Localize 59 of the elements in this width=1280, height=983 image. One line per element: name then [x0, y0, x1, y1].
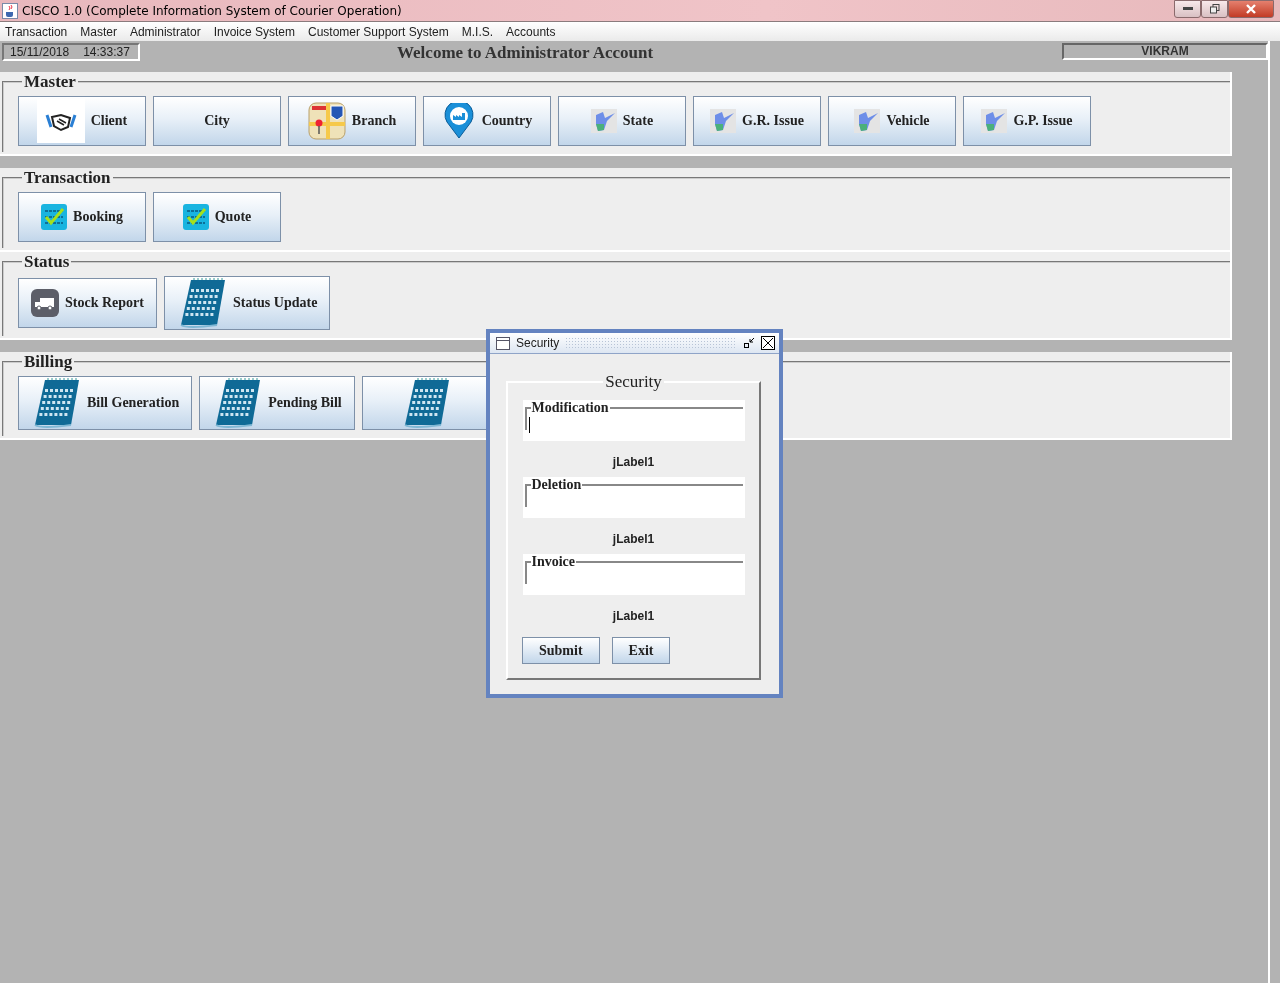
section-title: Transaction	[23, 168, 112, 188]
close-icon	[1246, 4, 1256, 14]
close-icon[interactable]	[761, 336, 775, 350]
group-title: Security	[604, 372, 663, 392]
minimize-icon	[1182, 7, 1193, 11]
location-pin-icon	[441, 103, 476, 139]
checklist-icon	[182, 204, 209, 230]
input-field[interactable]: Modification	[522, 400, 745, 441]
restore-icon	[1209, 4, 1220, 14]
toolbar-button[interactable]: Country	[423, 96, 551, 146]
dialog-button[interactable]: Exit	[611, 637, 671, 664]
toolbar-button[interactable]: State	[558, 96, 686, 146]
menu-item[interactable]: Administrator	[129, 24, 201, 39]
map-shape-icon	[710, 109, 737, 133]
toolbar-button[interactable]: Status Update	[163, 276, 331, 330]
toolbar-button[interactable]: Pending Bill	[199, 376, 355, 430]
restore-button[interactable]	[1201, 0, 1228, 18]
truck-icon	[31, 289, 59, 317]
window-icon	[496, 336, 510, 350]
section-title: Billing	[23, 352, 74, 372]
toolbar-button[interactable]: Branch	[288, 96, 416, 146]
restore-icon[interactable]	[743, 337, 755, 349]
user-name-box: VIKRAM	[1062, 43, 1268, 60]
section-title: Master	[23, 72, 77, 92]
toolbar-button[interactable]: Quote	[153, 192, 281, 242]
toolbar-button[interactable]: Bill Generation	[18, 376, 193, 430]
menu-item[interactable]: M.I.S.	[461, 24, 494, 39]
map-shape-icon	[981, 109, 1008, 133]
minimize-button[interactable]	[1174, 0, 1201, 18]
dialog-button[interactable]: Submit	[522, 637, 600, 664]
map-icon	[307, 102, 346, 140]
toolbar-button[interactable]: G.P. Issue	[963, 96, 1091, 146]
coffee-cup-icon	[2, 2, 18, 19]
dialog-title: Security	[516, 336, 560, 350]
toolbar-button[interactable]: G.R. Issue	[693, 96, 821, 146]
menu-item[interactable]: Master	[80, 24, 117, 39]
toolbar-button[interactable]: City	[153, 96, 281, 146]
status-label: jLabel1	[612, 532, 655, 546]
toolbar-button[interactable]: Vehicle	[828, 96, 956, 146]
toolbar-button[interactable]: Booking	[18, 192, 146, 242]
checklist-icon	[41, 204, 68, 230]
menu-item[interactable]: Customer Support System	[308, 24, 449, 39]
time-text: 14:33:37	[83, 45, 130, 59]
toolbar-button[interactable]: Client	[18, 96, 146, 146]
menu-item[interactable]: Invoice System	[213, 24, 295, 39]
section-title: Status	[23, 252, 71, 272]
input-field[interactable]: Deletion	[522, 477, 745, 518]
map-shape-icon	[590, 109, 617, 133]
toolbar-button[interactable]: Stock Report	[18, 278, 157, 328]
status-label: jLabel1	[612, 609, 655, 623]
input-field[interactable]: Invoice	[522, 554, 745, 595]
menu-item[interactable]: Accounts	[506, 24, 556, 39]
map-shape-icon	[854, 109, 881, 133]
status-label: jLabel1	[612, 455, 655, 469]
date-text: 15/11/2018	[10, 45, 70, 59]
menu-item[interactable]: Transaction	[5, 24, 68, 39]
close-button[interactable]	[1228, 0, 1274, 18]
window-title: CISCO 1.0 (Complete Information System of Courier Operation)	[22, 3, 402, 18]
welcome-heading: Welcome to Administrator Account	[397, 43, 654, 63]
